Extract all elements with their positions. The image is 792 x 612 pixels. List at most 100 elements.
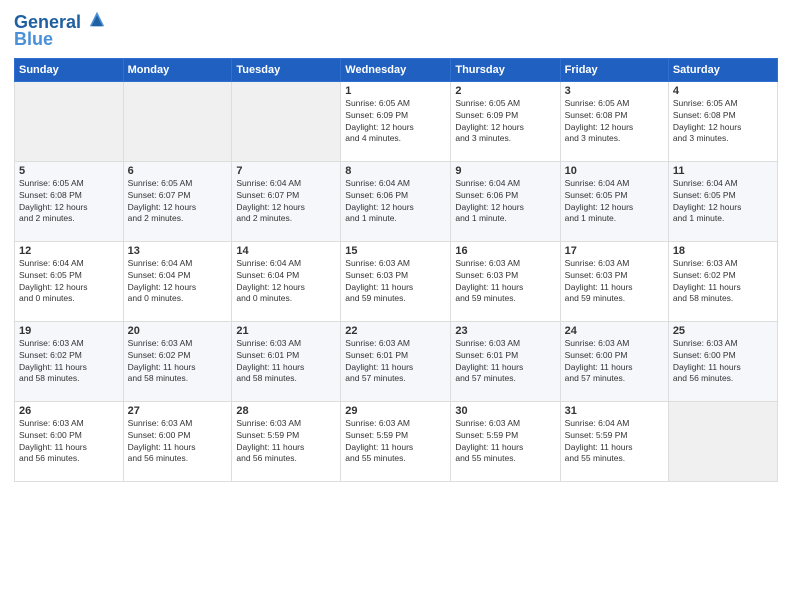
calendar-cell: 10Sunrise: 6:04 AM Sunset: 6:05 PM Dayli…: [560, 161, 668, 241]
day-info: Sunrise: 6:03 AM Sunset: 5:59 PM Dayligh…: [455, 418, 555, 466]
day-info: Sunrise: 6:03 AM Sunset: 6:02 PM Dayligh…: [128, 338, 228, 386]
calendar-cell: 25Sunrise: 6:03 AM Sunset: 6:00 PM Dayli…: [668, 321, 777, 401]
day-number: 2: [455, 85, 555, 97]
day-number: 11: [673, 165, 773, 177]
calendar-cell: [668, 401, 777, 481]
day-info: Sunrise: 6:03 AM Sunset: 6:01 PM Dayligh…: [455, 338, 555, 386]
day-number: 30: [455, 405, 555, 417]
calendar-cell: 3Sunrise: 6:05 AM Sunset: 6:08 PM Daylig…: [560, 81, 668, 161]
calendar-cell: 29Sunrise: 6:03 AM Sunset: 5:59 PM Dayli…: [341, 401, 451, 481]
calendar-cell: 17Sunrise: 6:03 AM Sunset: 6:03 PM Dayli…: [560, 241, 668, 321]
day-info: Sunrise: 6:04 AM Sunset: 6:05 PM Dayligh…: [19, 258, 119, 306]
calendar-cell: 9Sunrise: 6:04 AM Sunset: 6:06 PM Daylig…: [451, 161, 560, 241]
day-number: 17: [565, 245, 664, 257]
calendar-cell: 5Sunrise: 6:05 AM Sunset: 6:08 PM Daylig…: [15, 161, 124, 241]
calendar-cell: 12Sunrise: 6:04 AM Sunset: 6:05 PM Dayli…: [15, 241, 124, 321]
day-number: 3: [565, 85, 664, 97]
calendar-week-row: 26Sunrise: 6:03 AM Sunset: 6:00 PM Dayli…: [15, 401, 778, 481]
calendar-cell: 30Sunrise: 6:03 AM Sunset: 5:59 PM Dayli…: [451, 401, 560, 481]
day-info: Sunrise: 6:05 AM Sunset: 6:08 PM Dayligh…: [19, 178, 119, 226]
calendar-cell: 27Sunrise: 6:03 AM Sunset: 6:00 PM Dayli…: [123, 401, 232, 481]
calendar-cell: 4Sunrise: 6:05 AM Sunset: 6:08 PM Daylig…: [668, 81, 777, 161]
calendar-cell: 31Sunrise: 6:04 AM Sunset: 5:59 PM Dayli…: [560, 401, 668, 481]
calendar-week-row: 19Sunrise: 6:03 AM Sunset: 6:02 PM Dayli…: [15, 321, 778, 401]
calendar-week-row: 1Sunrise: 6:05 AM Sunset: 6:09 PM Daylig…: [15, 81, 778, 161]
calendar-cell: 13Sunrise: 6:04 AM Sunset: 6:04 PM Dayli…: [123, 241, 232, 321]
day-info: Sunrise: 6:03 AM Sunset: 5:59 PM Dayligh…: [345, 418, 446, 466]
weekday-header-cell: Thursday: [451, 58, 560, 81]
calendar-cell: 14Sunrise: 6:04 AM Sunset: 6:04 PM Dayli…: [232, 241, 341, 321]
day-info: Sunrise: 6:03 AM Sunset: 5:59 PM Dayligh…: [236, 418, 336, 466]
calendar-cell: 24Sunrise: 6:03 AM Sunset: 6:00 PM Dayli…: [560, 321, 668, 401]
calendar-cell: 28Sunrise: 6:03 AM Sunset: 5:59 PM Dayli…: [232, 401, 341, 481]
day-info: Sunrise: 6:03 AM Sunset: 6:02 PM Dayligh…: [673, 258, 773, 306]
day-number: 21: [236, 325, 336, 337]
day-number: 6: [128, 165, 228, 177]
calendar-cell: 8Sunrise: 6:04 AM Sunset: 6:06 PM Daylig…: [341, 161, 451, 241]
day-info: Sunrise: 6:04 AM Sunset: 6:04 PM Dayligh…: [236, 258, 336, 306]
day-number: 26: [19, 405, 119, 417]
weekday-header-cell: Sunday: [15, 58, 124, 81]
day-info: Sunrise: 6:03 AM Sunset: 6:02 PM Dayligh…: [19, 338, 119, 386]
day-number: 24: [565, 325, 664, 337]
day-number: 4: [673, 85, 773, 97]
day-info: Sunrise: 6:04 AM Sunset: 6:05 PM Dayligh…: [565, 178, 664, 226]
day-info: Sunrise: 6:05 AM Sunset: 6:08 PM Dayligh…: [565, 98, 664, 146]
day-info: Sunrise: 6:03 AM Sunset: 6:00 PM Dayligh…: [673, 338, 773, 386]
day-number: 18: [673, 245, 773, 257]
day-info: Sunrise: 6:05 AM Sunset: 6:07 PM Dayligh…: [128, 178, 228, 226]
day-number: 27: [128, 405, 228, 417]
day-number: 9: [455, 165, 555, 177]
weekday-header-cell: Friday: [560, 58, 668, 81]
calendar-week-row: 5Sunrise: 6:05 AM Sunset: 6:08 PM Daylig…: [15, 161, 778, 241]
calendar-cell: 6Sunrise: 6:05 AM Sunset: 6:07 PM Daylig…: [123, 161, 232, 241]
calendar-cell: 16Sunrise: 6:03 AM Sunset: 6:03 PM Dayli…: [451, 241, 560, 321]
day-info: Sunrise: 6:05 AM Sunset: 6:09 PM Dayligh…: [345, 98, 446, 146]
day-number: 5: [19, 165, 119, 177]
weekday-header-cell: Tuesday: [232, 58, 341, 81]
calendar-page: General Blue SundayMondayTuesdayWednesda…: [0, 0, 792, 612]
day-number: 31: [565, 405, 664, 417]
calendar-cell: 23Sunrise: 6:03 AM Sunset: 6:01 PM Dayli…: [451, 321, 560, 401]
calendar-cell: 18Sunrise: 6:03 AM Sunset: 6:02 PM Dayli…: [668, 241, 777, 321]
day-number: 10: [565, 165, 664, 177]
calendar-cell: 21Sunrise: 6:03 AM Sunset: 6:01 PM Dayli…: [232, 321, 341, 401]
day-number: 12: [19, 245, 119, 257]
calendar-cell: 26Sunrise: 6:03 AM Sunset: 6:00 PM Dayli…: [15, 401, 124, 481]
logo: General Blue: [14, 10, 106, 50]
day-info: Sunrise: 6:03 AM Sunset: 6:01 PM Dayligh…: [236, 338, 336, 386]
day-number: 23: [455, 325, 555, 337]
day-info: Sunrise: 6:03 AM Sunset: 6:00 PM Dayligh…: [565, 338, 664, 386]
day-number: 28: [236, 405, 336, 417]
day-info: Sunrise: 6:04 AM Sunset: 6:05 PM Dayligh…: [673, 178, 773, 226]
calendar-cell: [232, 81, 341, 161]
calendar-body: 1Sunrise: 6:05 AM Sunset: 6:09 PM Daylig…: [15, 81, 778, 481]
day-info: Sunrise: 6:04 AM Sunset: 6:06 PM Dayligh…: [345, 178, 446, 226]
day-number: 16: [455, 245, 555, 257]
day-number: 13: [128, 245, 228, 257]
day-info: Sunrise: 6:03 AM Sunset: 6:03 PM Dayligh…: [345, 258, 446, 306]
day-number: 22: [345, 325, 446, 337]
day-number: 15: [345, 245, 446, 257]
day-info: Sunrise: 6:04 AM Sunset: 6:07 PM Dayligh…: [236, 178, 336, 226]
weekday-header-row: SundayMondayTuesdayWednesdayThursdayFrid…: [15, 58, 778, 81]
calendar-cell: 15Sunrise: 6:03 AM Sunset: 6:03 PM Dayli…: [341, 241, 451, 321]
calendar-cell: [123, 81, 232, 161]
calendar-cell: 2Sunrise: 6:05 AM Sunset: 6:09 PM Daylig…: [451, 81, 560, 161]
day-number: 8: [345, 165, 446, 177]
calendar-cell: 11Sunrise: 6:04 AM Sunset: 6:05 PM Dayli…: [668, 161, 777, 241]
calendar-cell: 7Sunrise: 6:04 AM Sunset: 6:07 PM Daylig…: [232, 161, 341, 241]
calendar-cell: 19Sunrise: 6:03 AM Sunset: 6:02 PM Dayli…: [15, 321, 124, 401]
day-info: Sunrise: 6:04 AM Sunset: 6:06 PM Dayligh…: [455, 178, 555, 226]
calendar-cell: 22Sunrise: 6:03 AM Sunset: 6:01 PM Dayli…: [341, 321, 451, 401]
weekday-header-cell: Monday: [123, 58, 232, 81]
calendar-cell: 1Sunrise: 6:05 AM Sunset: 6:09 PM Daylig…: [341, 81, 451, 161]
calendar-cell: 20Sunrise: 6:03 AM Sunset: 6:02 PM Dayli…: [123, 321, 232, 401]
day-number: 19: [19, 325, 119, 337]
day-info: Sunrise: 6:05 AM Sunset: 6:09 PM Dayligh…: [455, 98, 555, 146]
day-info: Sunrise: 6:05 AM Sunset: 6:08 PM Dayligh…: [673, 98, 773, 146]
day-number: 29: [345, 405, 446, 417]
day-info: Sunrise: 6:04 AM Sunset: 6:04 PM Dayligh…: [128, 258, 228, 306]
calendar-cell: [15, 81, 124, 161]
day-info: Sunrise: 6:03 AM Sunset: 6:03 PM Dayligh…: [455, 258, 555, 306]
